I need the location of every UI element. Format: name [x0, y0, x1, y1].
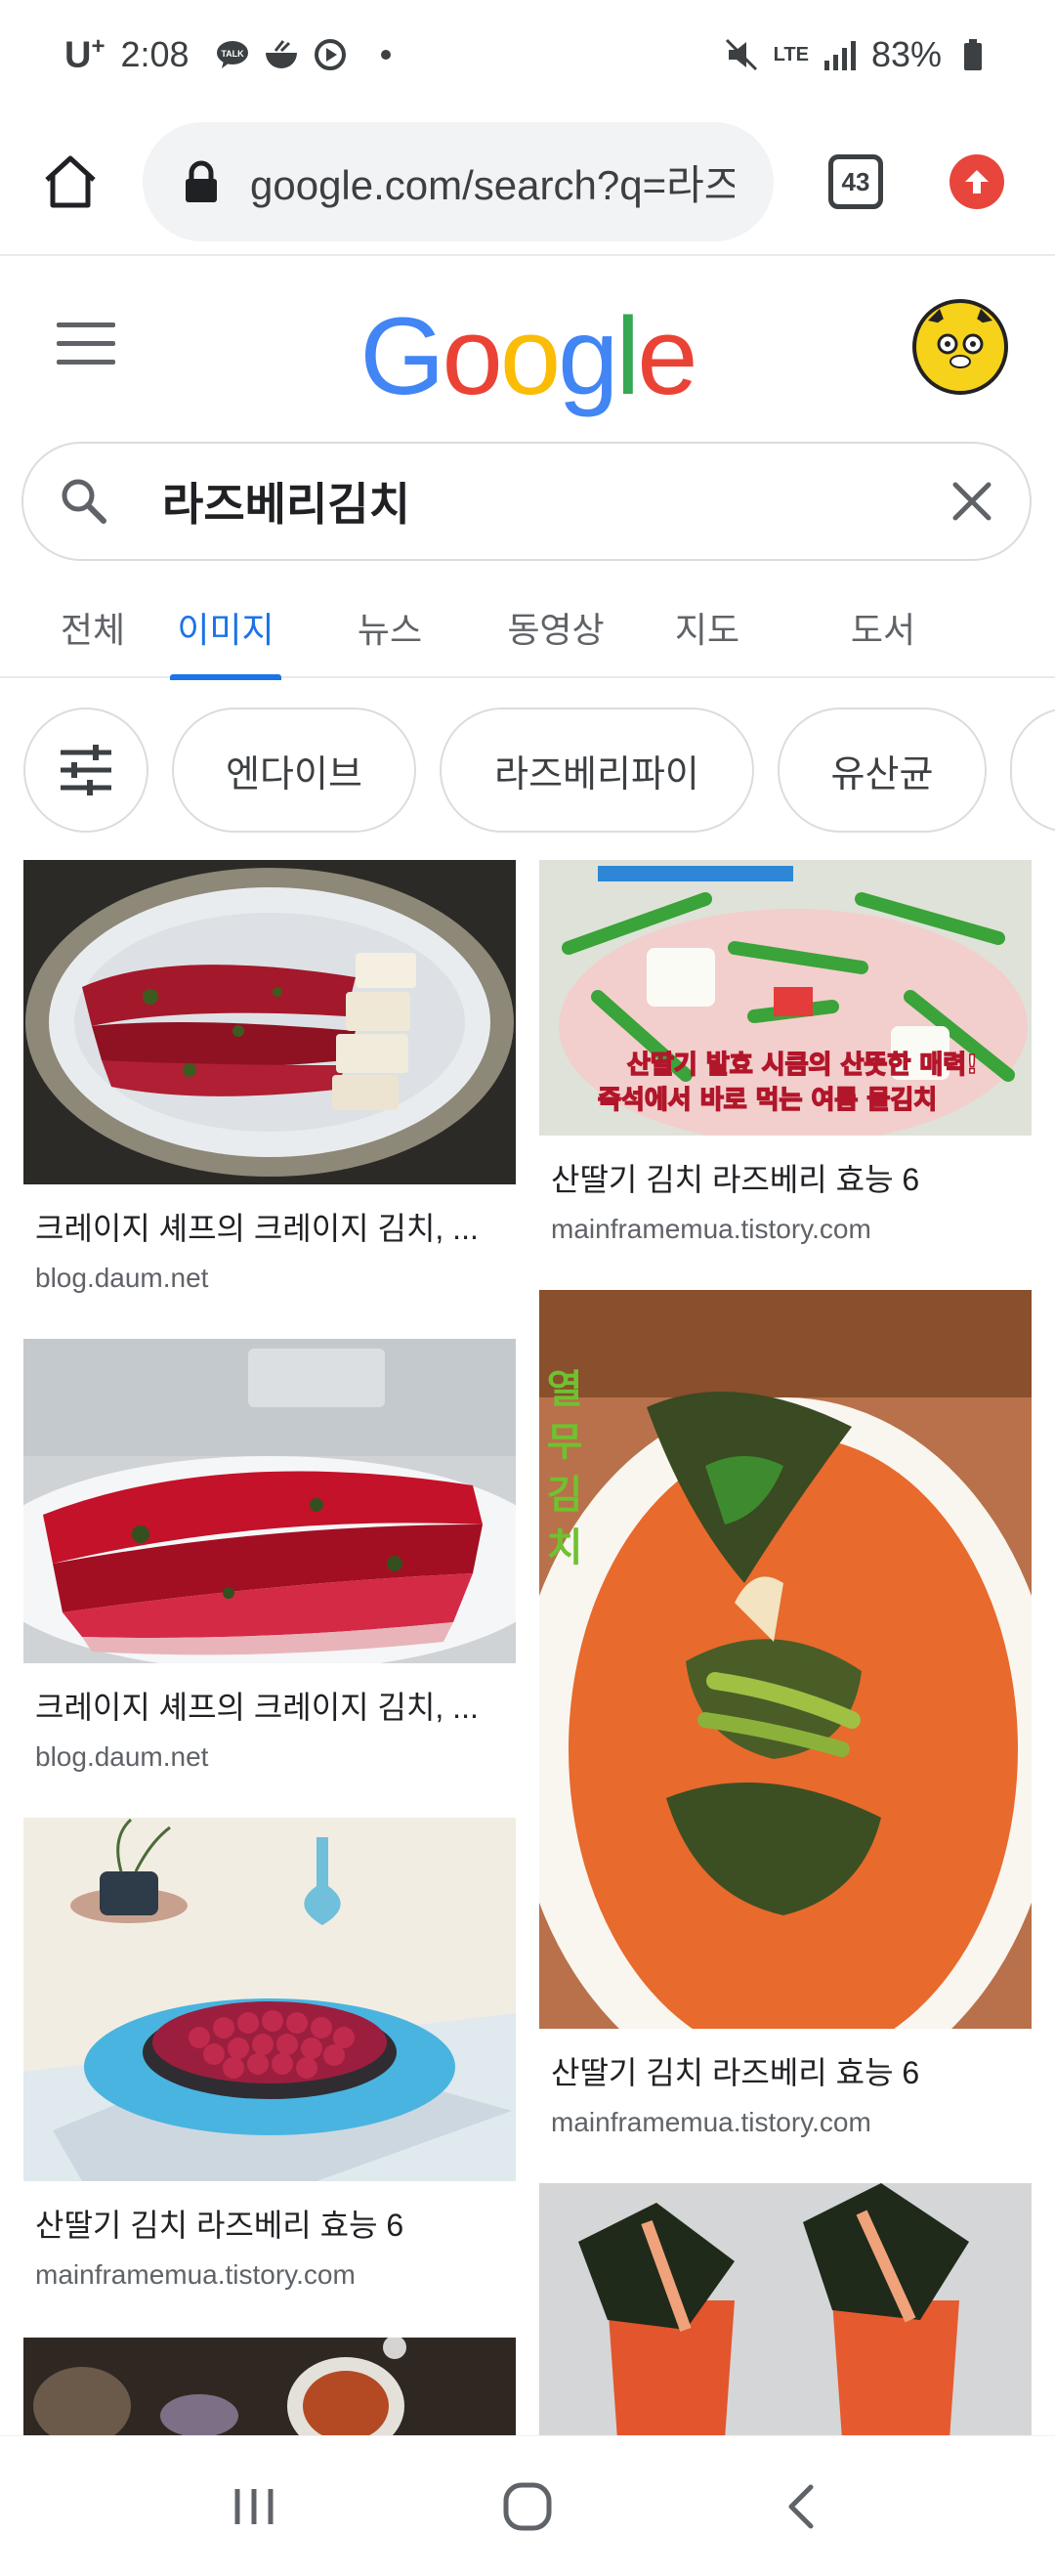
back-icon	[788, 2484, 814, 2528]
media-app-icon	[313, 37, 348, 72]
clock: 2:08	[120, 34, 190, 74]
update-button[interactable]	[950, 154, 1004, 209]
result-thumbnail[interactable]	[23, 1818, 516, 2181]
result-thumbnail[interactable]	[23, 1339, 516, 1663]
home-nav-button[interactable]	[488, 2468, 567, 2546]
result-card[interactable]: 산딸기 발효 시큼의 산뜻한 매력! 즉석에서 바로 먹는 여름 물김치 산딸기…	[539, 860, 1032, 1245]
arrow-up-icon	[965, 170, 989, 193]
result-title[interactable]: 크레이지 셰프의 크레이지 김치, ...	[23, 1204, 516, 1249]
chip-probiotics[interactable]: 유산균	[778, 708, 987, 833]
logo-letter-g: G	[359, 295, 444, 417]
chip-raspberry-pie[interactable]: 라즈베리파이	[440, 708, 754, 833]
chip-endive[interactable]: 엔다이브	[172, 708, 416, 833]
result-card[interactable]: 크레이지 셰프의 크레이지 김치, ... blog.daum.net	[23, 860, 516, 1294]
battery-percent: 83%	[870, 34, 942, 74]
result-title[interactable]: 크레이지 셰프의 크레이지 김치, ...	[23, 1683, 516, 1728]
more-notifications-dot	[380, 50, 391, 60]
result-source: blog.daum.net	[35, 1741, 209, 1772]
result-thumbnail[interactable]	[539, 2183, 1032, 2439]
food-app-icon	[264, 37, 299, 72]
logo-letter-l: l	[615, 295, 640, 417]
chip-partial[interactable]	[1010, 708, 1055, 833]
filter-button[interactable]	[23, 708, 148, 833]
tab-books[interactable]: 도서	[785, 577, 981, 678]
result-source: blog.daum.net	[35, 1263, 209, 1293]
recent-apps-button[interactable]	[215, 2468, 293, 2546]
logo-letter-o1: o	[442, 295, 503, 417]
home-button[interactable]	[39, 150, 102, 213]
home-icon	[45, 155, 96, 208]
tab-videos[interactable]: 동영상	[483, 577, 629, 678]
tab-all[interactable]: 전체	[0, 577, 186, 678]
url-text: google.com/search?q=라즈	[250, 161, 735, 208]
search-box[interactable]: 라즈베리김치	[21, 442, 1032, 561]
system-nav-bar	[0, 2435, 1055, 2576]
browser-toolbar: google.com/search?q=라즈 43	[0, 109, 1055, 256]
result-thumbnail[interactable]	[23, 2338, 516, 2439]
carrier-label: U+	[64, 32, 106, 76]
result-title[interactable]: 산딸기 김치 라즈베리 효능 6	[539, 1155, 1032, 1200]
result-title[interactable]: 산딸기 김치 라즈베리 효능 6	[539, 2048, 1032, 2093]
result-source: mainframemua.tistory.com	[551, 2107, 871, 2137]
search-icon[interactable]	[57, 474, 111, 529]
search-tabs: 전체 이미지 뉴스 동영상 지도 도서	[0, 577, 1055, 680]
lock-icon	[186, 160, 217, 202]
result-title[interactable]: 산딸기 김치 라즈베리 효능 6	[23, 2201, 516, 2246]
image-caption: 산딸기 발효 시큼의 산뜻한 매력!	[627, 1051, 978, 1080]
result-source: mainframemua.tistory.com	[551, 1214, 871, 1244]
logo-letter-o2: o	[499, 295, 561, 417]
result-card[interactable]: 열 무 김 치 산딸기 김치 라즈베리 효능 6 mainframemua.ti…	[539, 1290, 1032, 2138]
talk-notification-icon: TALK	[215, 37, 250, 72]
image-caption: 즉석에서 바로 먹는 여름 물김치	[598, 1086, 937, 1115]
result-card[interactable]	[23, 2338, 516, 2439]
recents-icon	[234, 2488, 274, 2524]
mute-icon	[725, 37, 760, 72]
search-input[interactable]: 라즈베리김치	[162, 469, 948, 534]
network-type: LTE	[773, 43, 809, 65]
result-thumbnail[interactable]: 산딸기 발효 시큼의 산뜻한 매력! 즉석에서 바로 먹는 여름 물김치	[539, 860, 1032, 1136]
account-avatar[interactable]	[912, 299, 1008, 395]
tab-switcher-button[interactable]: 43	[828, 154, 883, 209]
result-card[interactable]: 산딸기 김치 라즈베리 효능 6 mainframemua.tistory.co…	[23, 1818, 516, 2291]
tab-maps[interactable]: 지도	[629, 577, 785, 678]
tab-images[interactable]: 이미지	[170, 577, 281, 680]
image-caption: 열 무 김 치	[539, 1368, 583, 1566]
tune-icon	[61, 745, 111, 795]
battery-icon	[955, 37, 991, 72]
result-source: mainframemua.tistory.com	[35, 2259, 356, 2290]
suggestion-chips: 엔다이브 라즈베리파이 유산균	[23, 708, 1055, 833]
google-header: Google	[0, 258, 1055, 434]
result-card[interactable]: 크레이지 셰프의 크레이지 김치, ... blog.daum.net	[23, 1339, 516, 1773]
logo-letter-e: e	[637, 295, 697, 417]
result-card[interactable]	[539, 2183, 1032, 2439]
svg-text:TALK: TALK	[221, 49, 244, 59]
close-icon[interactable]	[948, 477, 996, 526]
back-button[interactable]	[762, 2468, 840, 2546]
tab-news[interactable]: 뉴스	[297, 577, 483, 678]
address-bar[interactable]: google.com/search?q=라즈	[143, 122, 774, 241]
google-logo[interactable]: Google	[0, 293, 1055, 419]
result-thumbnail[interactable]: 열 무 김 치	[539, 1290, 1032, 2029]
result-thumbnail[interactable]	[23, 860, 516, 1184]
logo-letter-g2: g	[558, 295, 618, 417]
home-circle-icon	[503, 2482, 552, 2530]
signal-icon	[823, 37, 858, 72]
status-bar: U+ 2:08 TALK LTE 83%	[0, 0, 1055, 109]
